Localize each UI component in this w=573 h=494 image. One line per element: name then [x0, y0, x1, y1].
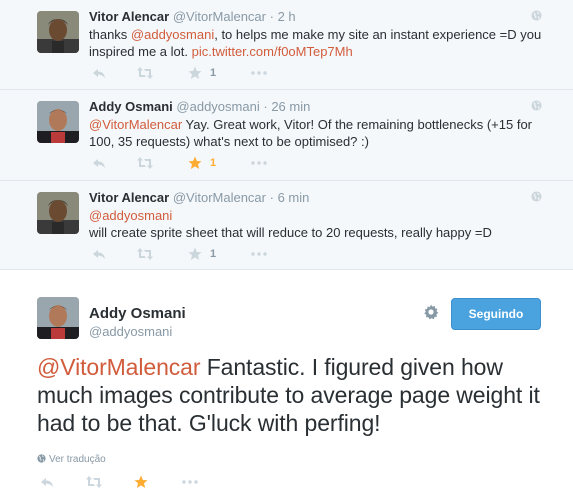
separator-dot: · [269, 9, 274, 24]
tweet-text: @addyosmani will create sprite sheet that… [89, 207, 549, 241]
conversation-thread: Vitor Alencar @VitorMalencar · 2 h thank… [0, 0, 573, 270]
favorite-count: 1 [210, 67, 217, 79]
globe-icon [531, 100, 542, 111]
author-name[interactable]: Vitor Alencar [89, 190, 169, 205]
follow-button[interactable]: Seguindo [451, 298, 541, 330]
tweet-actions: 1 [89, 247, 289, 261]
avatar[interactable] [37, 192, 79, 234]
tweet-text: @VitorMalencar Yay. Great work, Vitor! O… [89, 117, 533, 149]
retweet-icon[interactable] [137, 66, 153, 80]
translate-link[interactable]: Ver tradução [37, 454, 106, 465]
author-name[interactable]: Addy Osmani [89, 99, 173, 114]
mention-link[interactable]: @VitorMalencar [37, 354, 201, 380]
reply-icon[interactable] [40, 475, 54, 489]
more-icon[interactable] [251, 66, 267, 80]
tweet-actions: 1 [89, 156, 289, 170]
tweet-item[interactable]: Vitor Alencar @VitorMalencar · 6 min @ad… [0, 181, 573, 270]
separator-dot: · [263, 99, 268, 114]
tweet-header: Vitor Alencar @VitorMalencar · 2 h [89, 9, 296, 24]
tweet-item[interactable]: Addy Osmani @addyosmani · 26 min @VitorM… [0, 90, 573, 181]
reply-icon[interactable] [92, 66, 106, 80]
retweet-icon[interactable] [137, 247, 153, 261]
author-handle[interactable]: @VitorMalencar [173, 9, 266, 24]
author-handle[interactable]: @VitorMalencar [173, 190, 266, 205]
timestamp[interactable]: 2 h [278, 9, 296, 24]
star-icon[interactable] [188, 247, 202, 261]
author-handle[interactable]: @addyosmani [89, 324, 172, 339]
avatar[interactable] [37, 101, 79, 143]
tweet-text: @VitorMalencar Fantastic. I figured give… [37, 354, 540, 436]
globe-icon [531, 10, 542, 21]
star-icon[interactable] [188, 156, 202, 170]
author-name[interactable]: Addy Osmani [89, 305, 186, 322]
gear-icon[interactable] [423, 304, 439, 320]
mention-link[interactable]: @VitorMalencar [89, 117, 182, 132]
timestamp[interactable]: 26 min [271, 99, 310, 114]
more-icon[interactable] [182, 475, 198, 489]
globe-icon [531, 191, 542, 202]
separator-dot: · [269, 190, 274, 205]
author-handle[interactable]: @addyosmani [176, 99, 259, 114]
avatar[interactable] [37, 11, 79, 53]
tweet-text: thanks @addyosmani, to helps me make my … [89, 27, 542, 59]
favorite-count: 1 [210, 248, 217, 260]
mention-link[interactable]: @addyosmani [131, 27, 214, 42]
retweet-icon[interactable] [86, 475, 102, 489]
favorite-count: 1 [210, 157, 217, 169]
retweet-icon[interactable] [137, 156, 153, 170]
translate-label[interactable]: Ver tradução [49, 454, 106, 465]
tweet-header: Vitor Alencar @VitorMalencar · 6 min [89, 190, 309, 205]
author-name[interactable]: Vitor Alencar [89, 9, 169, 24]
globe-icon [37, 454, 46, 463]
tweet-actions: 1 [89, 66, 289, 80]
timestamp[interactable]: 6 min [278, 190, 310, 205]
more-icon[interactable] [251, 156, 267, 170]
tweet-item[interactable]: Vitor Alencar @VitorMalencar · 2 h thank… [0, 0, 573, 90]
avatar[interactable] [37, 297, 79, 339]
tweet-header: Addy Osmani @addyosmani · 26 min [89, 99, 310, 114]
more-icon[interactable] [251, 247, 267, 261]
main-tweet: Addy Osmani @addyosmani Seguindo @VitorM… [0, 270, 573, 494]
star-icon[interactable] [134, 475, 148, 489]
mention-link[interactable]: @addyosmani [89, 207, 549, 224]
star-icon[interactable] [188, 66, 202, 80]
reply-icon[interactable] [92, 247, 106, 261]
reply-icon[interactable] [92, 156, 106, 170]
tweet-actions [37, 475, 257, 489]
media-link[interactable]: pic.twitter.com/f0oMTep7Mh [192, 44, 353, 59]
